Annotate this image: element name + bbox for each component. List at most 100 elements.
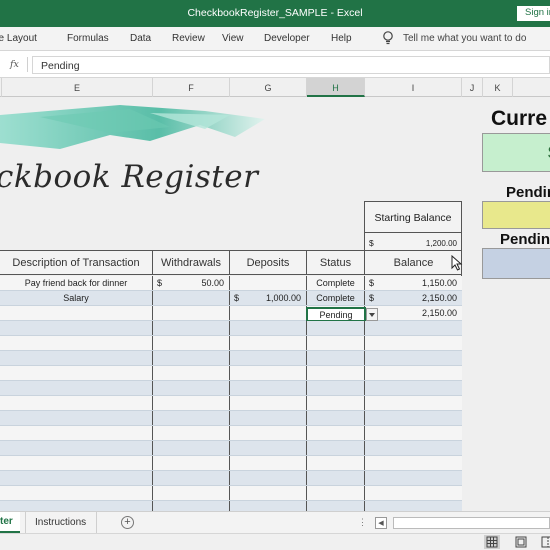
- empty-cell[interactable]: [230, 321, 307, 335]
- column-header-g[interactable]: G: [230, 78, 307, 97]
- empty-cell[interactable]: [153, 321, 230, 335]
- sign-in-button[interactable]: Sign in: [517, 6, 550, 21]
- formula-input[interactable]: Pending: [32, 56, 550, 74]
- empty-cell[interactable]: [230, 471, 307, 485]
- empty-cell[interactable]: [230, 366, 307, 380]
- worksheet-grid[interactable]: ckbook Register Starting Balance $ 1,200…: [0, 97, 550, 511]
- empty-cell[interactable]: [365, 381, 462, 395]
- tab-page-layout[interactable]: ge Layout: [0, 33, 37, 44]
- header-status[interactable]: Status: [307, 251, 365, 274]
- horizontal-scrollbar[interactable]: [393, 517, 550, 529]
- table-row[interactable]: Salary $1,000.00 Complete $2,150.00: [0, 291, 462, 306]
- table-row[interactable]: [0, 471, 462, 486]
- table-row[interactable]: [0, 456, 462, 471]
- table-row[interactable]: [0, 321, 462, 336]
- deposit-cell[interactable]: [230, 306, 307, 320]
- lightbulb-icon[interactable]: [381, 30, 395, 46]
- header-description[interactable]: Description of Transaction: [0, 251, 153, 274]
- empty-cell[interactable]: [230, 381, 307, 395]
- status-cell[interactable]: Complete: [307, 276, 365, 290]
- empty-cell[interactable]: [0, 381, 153, 395]
- header-balance[interactable]: Balance: [365, 251, 462, 274]
- normal-view-icon[interactable]: [484, 535, 500, 549]
- empty-cell[interactable]: [153, 381, 230, 395]
- sheet-tab-register[interactable]: ter: [0, 512, 20, 533]
- fx-icon[interactable]: fx: [10, 59, 19, 70]
- empty-cell[interactable]: [307, 321, 365, 335]
- empty-cell[interactable]: [230, 351, 307, 365]
- empty-cell[interactable]: [0, 426, 153, 440]
- tab-help[interactable]: Help: [331, 33, 352, 44]
- tab-review[interactable]: Review: [172, 33, 205, 44]
- empty-cell[interactable]: [307, 366, 365, 380]
- empty-cell[interactable]: [230, 456, 307, 470]
- empty-cell[interactable]: [153, 351, 230, 365]
- empty-cell[interactable]: [230, 501, 307, 511]
- empty-cell[interactable]: [0, 441, 153, 455]
- empty-cell[interactable]: [307, 486, 365, 500]
- status-cell[interactable]: Complete: [307, 291, 365, 305]
- withdrawal-cell[interactable]: [153, 306, 230, 320]
- empty-cell[interactable]: [365, 501, 462, 511]
- status-dropdown-button[interactable]: [366, 308, 378, 321]
- empty-cell[interactable]: [230, 426, 307, 440]
- empty-cell[interactable]: [307, 381, 365, 395]
- empty-cell[interactable]: [307, 501, 365, 511]
- description-cell[interactable]: Salary: [0, 291, 153, 305]
- table-row[interactable]: [0, 441, 462, 456]
- empty-cell[interactable]: [153, 411, 230, 425]
- column-header-f[interactable]: F: [153, 78, 230, 97]
- empty-cell[interactable]: [365, 366, 462, 380]
- empty-cell[interactable]: [153, 396, 230, 410]
- withdrawal-cell[interactable]: $50.00: [153, 276, 230, 290]
- empty-cell[interactable]: [153, 441, 230, 455]
- table-row[interactable]: [0, 411, 462, 426]
- page-break-icon[interactable]: [540, 535, 550, 549]
- empty-cell[interactable]: [230, 411, 307, 425]
- empty-cell[interactable]: [365, 486, 462, 500]
- empty-cell[interactable]: [230, 336, 307, 350]
- empty-cell[interactable]: [307, 396, 365, 410]
- table-row[interactable]: [0, 486, 462, 501]
- empty-cell[interactable]: [0, 456, 153, 470]
- column-header-k[interactable]: K: [483, 78, 513, 97]
- tab-split-handle[interactable]: ⋮: [358, 517, 367, 528]
- table-row[interactable]: [0, 351, 462, 366]
- sheet-tab-instructions[interactable]: Instructions: [25, 512, 97, 533]
- empty-cell[interactable]: [0, 366, 153, 380]
- empty-cell[interactable]: [0, 471, 153, 485]
- table-row[interactable]: [0, 366, 462, 381]
- table-row[interactable]: [0, 396, 462, 411]
- header-withdrawals[interactable]: Withdrawals: [153, 251, 230, 274]
- empty-cell[interactable]: [230, 486, 307, 500]
- deposit-cell[interactable]: $1,000.00: [230, 291, 307, 305]
- description-cell[interactable]: Pay friend back for dinner: [0, 276, 153, 290]
- balance-cell[interactable]: $2,150.00: [365, 291, 462, 305]
- table-row[interactable]: Pay friend back for dinner $50.00 Comple…: [0, 276, 462, 291]
- empty-cell[interactable]: [365, 441, 462, 455]
- description-cell[interactable]: [0, 306, 153, 320]
- empty-cell[interactable]: [307, 456, 365, 470]
- table-row[interactable]: 2,150.00: [0, 306, 462, 321]
- empty-cell[interactable]: [307, 336, 365, 350]
- empty-cell[interactable]: [365, 321, 462, 335]
- table-row[interactable]: [0, 381, 462, 396]
- empty-cell[interactable]: [153, 426, 230, 440]
- scroll-left-icon[interactable]: ◀: [375, 517, 387, 529]
- balance-cell[interactable]: $1,150.00: [365, 276, 462, 290]
- empty-cell[interactable]: [0, 351, 153, 365]
- tell-me-search[interactable]: Tell me what you want to do: [403, 33, 526, 44]
- column-header-j[interactable]: J: [462, 78, 483, 97]
- empty-cell[interactable]: [230, 396, 307, 410]
- empty-cell[interactable]: [153, 336, 230, 350]
- tab-view[interactable]: View: [222, 33, 244, 44]
- empty-cell[interactable]: [365, 351, 462, 365]
- empty-cell[interactable]: [307, 411, 365, 425]
- empty-cell[interactable]: [153, 471, 230, 485]
- table-row[interactable]: [0, 336, 462, 351]
- empty-cell[interactable]: [307, 351, 365, 365]
- status-select-cell[interactable]: Pending: [306, 307, 366, 322]
- empty-cell[interactable]: [0, 321, 153, 335]
- table-row[interactable]: [0, 501, 462, 511]
- empty-cell[interactable]: [365, 396, 462, 410]
